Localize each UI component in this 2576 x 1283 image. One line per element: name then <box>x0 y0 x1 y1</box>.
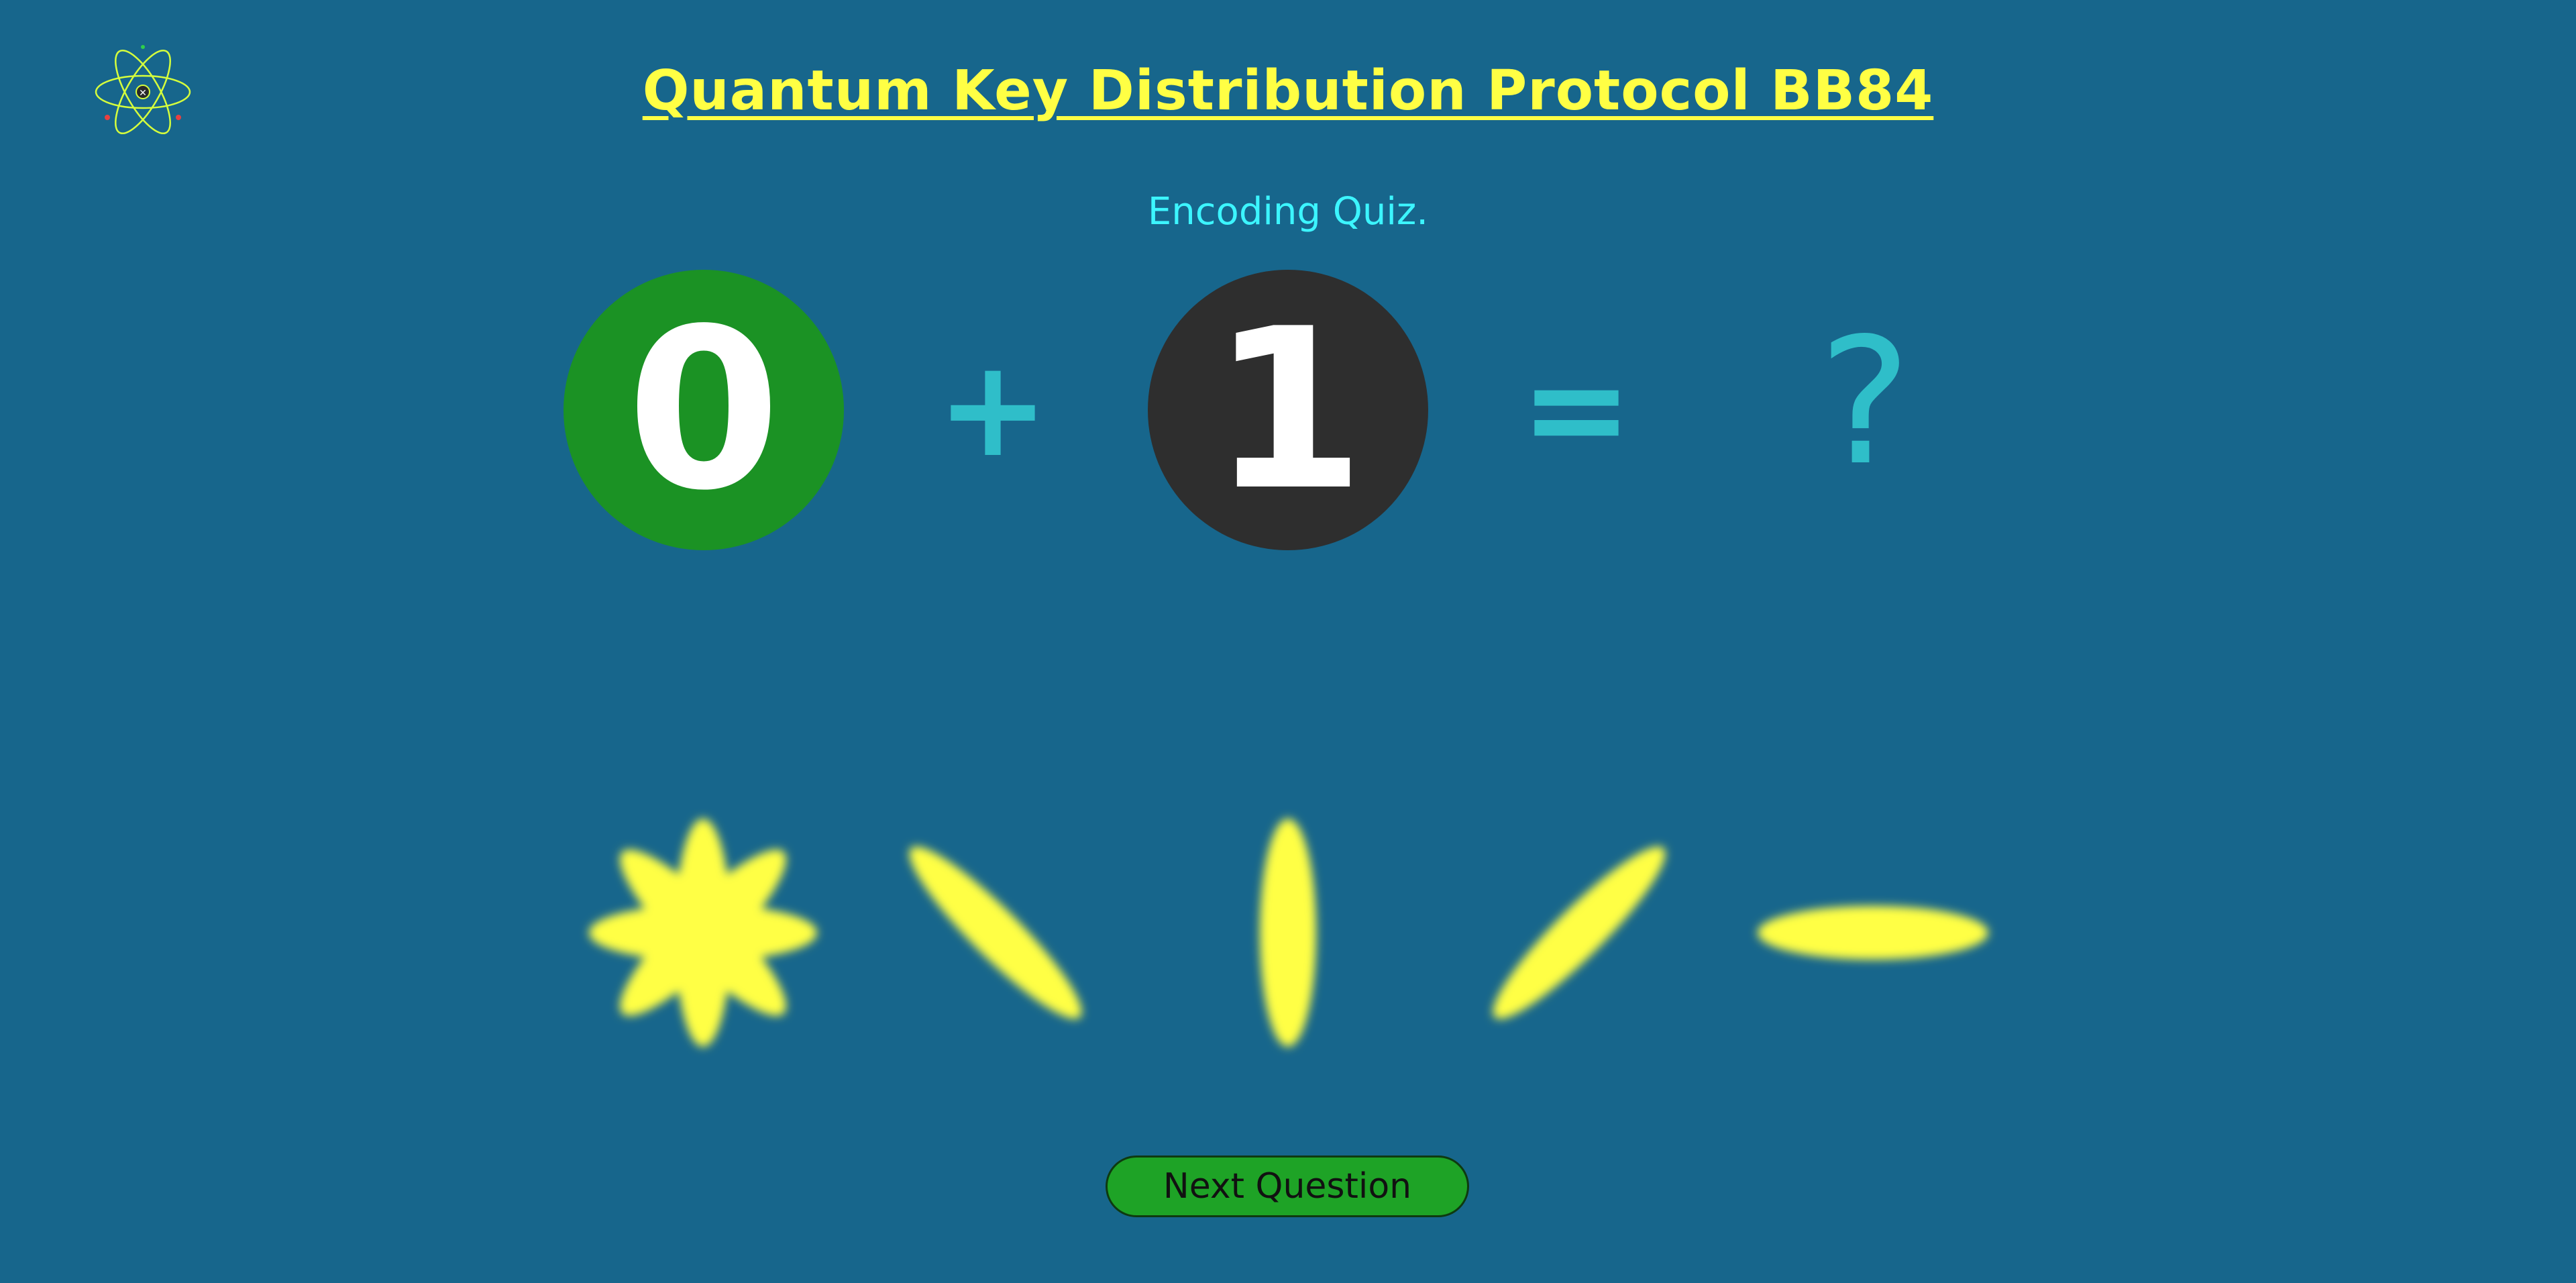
bit-one-circle: 1 <box>1148 270 1428 550</box>
backslash-ellipse-icon[interactable] <box>894 831 1097 1035</box>
slash-ellipse-icon[interactable] <box>1478 831 1681 1035</box>
quiz-subtitle: Encoding Quiz. <box>1147 190 1429 234</box>
horizontal-ellipse-icon[interactable] <box>1758 906 1988 960</box>
question-mark: ? <box>1819 301 1911 504</box>
equals-operator: = <box>1520 331 1633 487</box>
page-title: Quantum Key Distribution Protocol BB84 <box>642 59 1934 123</box>
bit-zero-circle: 0 <box>564 270 844 550</box>
vertical-ellipse-icon[interactable] <box>1260 819 1316 1047</box>
polarization-choices <box>0 792 2576 1074</box>
next-question-button[interactable]: Next Question <box>1106 1156 1469 1217</box>
plus-operator: + <box>936 331 1049 487</box>
eight-point-star-icon[interactable] <box>589 819 817 1047</box>
